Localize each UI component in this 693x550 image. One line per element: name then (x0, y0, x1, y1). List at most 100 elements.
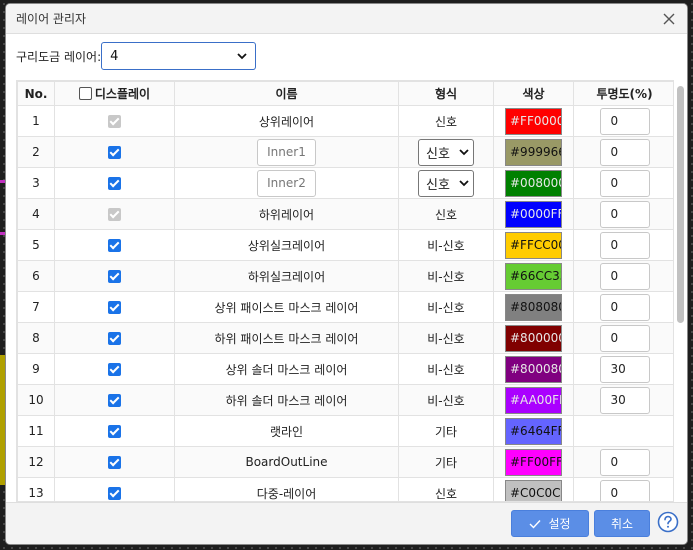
layer-type: 신호 (434, 114, 458, 129)
display-checkbox[interactable] (108, 394, 121, 407)
opacity-input[interactable]: 30 (599, 386, 650, 414)
color-swatch[interactable]: #0000FF (505, 200, 562, 228)
layer-name-input[interactable]: Inner2 (257, 169, 316, 197)
display-all-checkbox[interactable] (78, 87, 92, 100)
opacity-input[interactable]: 0 (599, 138, 650, 166)
opacity-input[interactable]: 0 (599, 262, 650, 290)
chevron-down-icon (237, 53, 247, 60)
color-swatch[interactable]: #808080 (505, 293, 562, 321)
header-display-label: 디스플레이 (94, 87, 151, 101)
table-row: 3 Inner2 신호 #008000 0 (17, 167, 673, 199)
dialog-footer: 설정 취소 (6, 502, 687, 544)
opacity-cell: 0 (573, 260, 673, 292)
color-swatch[interactable]: #999966 (505, 138, 562, 166)
color-swatch[interactable]: #800080 (505, 355, 562, 383)
table-row: 12 BoardOutLine 기타 #FF00FF 0 (17, 446, 673, 478)
row-number: 7 (17, 291, 55, 323)
layer-name: BoardOutLine (245, 455, 328, 469)
color-swatch[interactable]: #FF0000 (505, 107, 562, 135)
dialog-title: 레이어 관리자 (16, 12, 87, 26)
cancel-button[interactable]: 취소 (594, 510, 650, 537)
opacity-input[interactable]: 0 (599, 107, 650, 135)
display-checkbox[interactable] (108, 239, 121, 252)
type-cell: 비-신호 (398, 229, 494, 261)
type-cell: 비-신호 (398, 322, 494, 354)
opacity-input[interactable]: 0 (599, 479, 650, 501)
color-swatch[interactable]: #C0C0C0 (505, 479, 562, 501)
opacity-input[interactable]: 0 (599, 293, 650, 321)
layer-name: 상위 솔더 마스크 레이어 (225, 362, 348, 377)
display-checkbox[interactable] (108, 456, 121, 469)
table-row: 5 상위실크레이어 비-신호 #FFCC00 0 (17, 229, 673, 261)
table-row: 9 상위 솔더 마스크 레이어 비-신호 #800080 30 (17, 353, 673, 385)
close-icon[interactable] (661, 11, 677, 27)
row-number: 11 (17, 415, 55, 447)
row-number: 13 (17, 477, 55, 501)
opacity-input[interactable]: 30 (599, 355, 650, 383)
opacity-cell: 0 (573, 446, 673, 478)
ok-button[interactable]: 설정 (511, 510, 589, 537)
name-cell: 하위 패이스트 마스크 레이어 (174, 322, 399, 354)
layer-type: 비-신호 (427, 331, 465, 346)
color-cell: #C0C0C0 (493, 477, 574, 501)
layer-type-select[interactable]: 신호 (418, 138, 474, 166)
copper-layer-label: 구리도금 레이어: (16, 49, 102, 64)
color-swatch[interactable]: #AA00FF (505, 386, 562, 414)
display-checkbox (108, 115, 121, 128)
cancel-button-label: 취소 (610, 517, 634, 531)
color-swatch[interactable]: #008000 (505, 169, 562, 197)
display-checkbox[interactable] (108, 301, 121, 314)
opacity-input[interactable]: 0 (599, 324, 650, 352)
opacity-input[interactable]: 0 (599, 448, 650, 476)
table-row: 11 랫라인 기타 #6464FF (17, 415, 673, 447)
chevron-down-icon (459, 180, 469, 187)
type-cell: 신호 (398, 105, 494, 137)
copper-layer-row: 구리도금 레이어: 4 (16, 42, 257, 70)
layer-name: 상위 패이스트 마스크 레이어 (214, 300, 359, 315)
opacity-input[interactable]: 0 (599, 200, 650, 228)
color-swatch[interactable]: #6464FF (505, 417, 562, 445)
copper-layer-select[interactable]: 4 (101, 42, 257, 70)
name-cell: 랫라인 (174, 415, 399, 447)
type-cell: 비-신호 (398, 260, 494, 292)
table-scrollbar[interactable] (676, 82, 684, 502)
check-icon (529, 519, 541, 529)
display-cell (54, 229, 175, 261)
help-icon[interactable] (657, 511, 679, 533)
layer-type-value: 신호 (426, 146, 450, 162)
color-swatch[interactable]: #FFCC00 (505, 231, 562, 259)
row-number: 10 (17, 384, 55, 416)
row-number: 4 (17, 198, 55, 230)
opacity-cell: 30 (573, 353, 673, 385)
opacity-cell: 0 (573, 105, 673, 137)
display-cell (54, 136, 175, 168)
color-cell: #800000 (493, 322, 574, 354)
layer-name-input[interactable]: Inner1 (257, 138, 316, 166)
color-swatch[interactable]: #800000 (505, 324, 562, 352)
display-checkbox[interactable] (108, 270, 121, 283)
display-checkbox[interactable] (108, 177, 121, 190)
color-swatch[interactable]: #FF00FF (505, 448, 562, 476)
layer-type: 비-신호 (427, 269, 465, 284)
type-cell: 기타 (398, 446, 494, 478)
opacity-input[interactable]: 0 (599, 169, 650, 197)
display-checkbox[interactable] (108, 363, 121, 376)
display-checkbox[interactable] (108, 425, 121, 438)
opacity-input[interactable]: 0 (599, 231, 650, 259)
table-row: 8 하위 패이스트 마스크 레이어 비-신호 #800000 0 (17, 322, 673, 354)
opacity-cell: 0 (573, 198, 673, 230)
dialog-titlebar: 레이어 관리자 (6, 4, 687, 34)
layer-type: 비-신호 (427, 300, 465, 315)
layer-manager-dialog: 레이어 관리자 구리도금 레이어: 4 No. 디스플레이 이름 형식 색상 투… (6, 4, 687, 544)
color-swatch[interactable]: #66CC33 (505, 262, 562, 290)
color-cell: #66CC33 (493, 260, 574, 292)
display-checkbox[interactable] (108, 332, 121, 345)
layer-name: 랫라인 (269, 424, 304, 439)
display-checkbox[interactable] (108, 487, 121, 500)
layer-type: 비-신호 (427, 393, 465, 408)
layer-type-select[interactable]: 신호 (418, 169, 474, 197)
layer-name: 상위실크레이어 (247, 238, 326, 253)
display-checkbox[interactable] (108, 146, 121, 159)
scrollbar-thumb[interactable] (677, 86, 684, 323)
row-number: 2 (17, 136, 55, 168)
